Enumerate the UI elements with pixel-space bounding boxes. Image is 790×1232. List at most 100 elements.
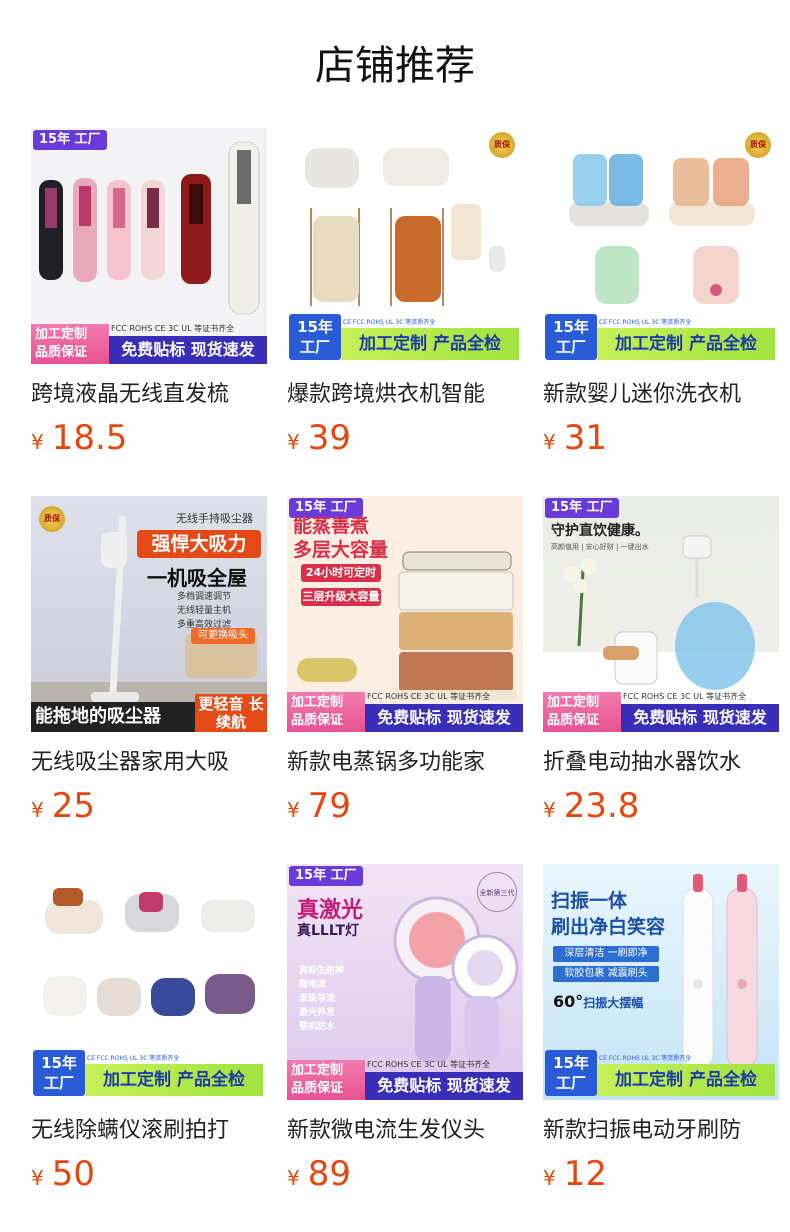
product-price: ¥39 xyxy=(287,418,351,458)
shop-recommend-page: 店铺推荐 15年 工厂 FCC ROHS CE 3C UL 等证书齐全 加工定制… xyxy=(0,0,790,1232)
product-price: ¥89 xyxy=(287,1154,351,1194)
product-image[interactable]: 15年 工厂 守护直饮健康。 高颜值用 | 安心好财 | 一键出水 FCC RO… xyxy=(543,496,779,732)
price-amount: 79 xyxy=(307,786,351,826)
quality-badge: 加工定制 品质保证 xyxy=(287,692,365,732)
factory-15-year-tag: 15年 工厂 xyxy=(289,314,341,360)
free-label-badge: 免费贴标 现货速发 xyxy=(365,704,523,732)
product-image[interactable]: 质保 CE FCC ROHS UL 3C 等资质齐全 15年 工厂 加工定制 产… xyxy=(287,128,523,364)
cert-text: CE FCC ROHS UL 3C 等资质齐全 xyxy=(343,319,436,326)
product-card[interactable]: 扫振一体 刷出净白笑容 深层清洁 一刷即净 软胶包裹 减震刷头 60°扫振大摆幅… xyxy=(543,864,779,1194)
free-label-badge: 免费贴标 现货速发 xyxy=(365,1072,523,1100)
feature-tag: 可更换吸头 xyxy=(191,628,255,644)
product-title[interactable]: 折叠电动抽水器饮水 xyxy=(543,748,779,778)
headline-text: 一机吸全屋 xyxy=(147,566,247,590)
currency-symbol: ¥ xyxy=(31,798,44,822)
cert-text: FCC ROHS CE 3C UL 等证书齐全 xyxy=(111,324,235,333)
badge-strip: CE FCC ROHS UL 3C 等资质齐全 15年 工厂 加工定制 产品全检 xyxy=(543,1048,779,1100)
sub-caption: 高颜值用 | 安心好财 | 一键出水 xyxy=(551,543,649,551)
warranty-seal: 质保 xyxy=(745,132,771,158)
badge-strip: FCC ROHS CE 3C UL 等证书齐全 加工定制 品质保证 免费贴标 现… xyxy=(287,692,523,732)
product-title[interactable]: 无线除螨仪滚刷拍打 xyxy=(31,1116,267,1146)
factory-15-year-tag: 15年 工厂 xyxy=(545,1050,597,1096)
badge-strip: FCC ROHS CE 3C UL 等证书齐全 加工定制 品质保证 免费贴标 现… xyxy=(543,692,779,732)
factory-15-year-tag: 15年 工厂 xyxy=(289,866,363,886)
product-card[interactable]: 15年 工厂 守护直饮健康。 高颜值用 | 安心好财 | 一键出水 FCC RO… xyxy=(543,496,779,826)
feature-tag: 软胶包裹 减震刷头 xyxy=(553,966,659,982)
currency-symbol: ¥ xyxy=(543,430,556,454)
headline-text: 扫振一体 刷出净白笑容 xyxy=(551,890,666,938)
feature-list: 多档调速调节 无线轻量主机 多重高效过滤 xyxy=(177,592,232,630)
product-title[interactable]: 爆款跨境烘衣机智能 xyxy=(287,380,523,410)
cert-text: CE FCC ROHS UL 3C 等资质齐全 xyxy=(599,1055,692,1062)
custom-badge: 加工定制 产品全检 xyxy=(85,1064,263,1096)
product-image[interactable]: 质保 无线手持吸尘器 强悍大吸力 一机吸全屋 多档调速调节 无线轻量主机 多重高… xyxy=(31,496,267,732)
product-price: ¥18.5 xyxy=(31,418,127,458)
product-card[interactable]: CE FCC ROHS UL 3C 等资质齐全 15年 工厂 加工定制 产品全检… xyxy=(31,864,267,1194)
quality-badge: 加工定制 品质保证 xyxy=(31,324,109,364)
product-price: ¥79 xyxy=(287,786,351,826)
currency-symbol: ¥ xyxy=(543,798,556,822)
factory-15-year-tag: 15年 工厂 xyxy=(33,1050,85,1096)
price-amount: 89 xyxy=(307,1154,351,1194)
product-image[interactable]: CE FCC ROHS UL 3C 等资质齐全 15年 工厂 加工定制 产品全检 xyxy=(31,864,267,1100)
product-image[interactable]: 15年 工厂 真激光 真LLLT灯 全新第三代 真抑生防掉 微电流 滚珠导流 激… xyxy=(287,864,523,1100)
page-title: 店铺推荐 xyxy=(315,43,475,89)
price-amount: 31 xyxy=(563,418,607,458)
product-card[interactable]: 15年 工厂 能蒸善煮 多层大容量 24小时可定时 三层升级大容量 FCC RO… xyxy=(287,496,523,826)
currency-symbol: ¥ xyxy=(287,798,300,822)
product-title[interactable]: 无线吸尘器家用大吸 xyxy=(31,748,267,778)
headline-text: 真LLLT灯 xyxy=(297,923,359,939)
currency-symbol: ¥ xyxy=(287,430,300,454)
cert-text: FCC ROHS CE 3C UL 等证书齐全 xyxy=(367,1060,491,1069)
factory-15-year-tag: 15年 工厂 xyxy=(545,314,597,360)
product-image[interactable]: 15年 工厂 FCC ROHS CE 3C UL 等证书齐全 加工定制 品质保证… xyxy=(31,128,267,364)
headline-text: 守护直饮健康。 xyxy=(551,523,649,539)
quality-badge: 加工定制 品质保证 xyxy=(543,692,621,732)
product-card[interactable]: 15年 工厂 FCC ROHS CE 3C UL 等证书齐全 加工定制 品质保证… xyxy=(31,128,267,458)
product-title[interactable]: 新款电蒸锅多功能家 xyxy=(287,748,523,778)
price-amount: 12 xyxy=(563,1154,607,1194)
badge-strip: FCC ROHS CE 3C UL 等证书齐全 加工定制 品质保证 免费贴标 现… xyxy=(31,324,267,364)
product-title[interactable]: 跨境液晶无线直发梳 xyxy=(31,380,267,410)
product-price: ¥31 xyxy=(543,418,607,458)
cert-text: FCC ROHS CE 3C UL 等证书齐全 xyxy=(623,692,747,701)
product-card[interactable]: 质保 CE FCC ROHS UL 3C 等资质齐全 15年 工厂 加工定制 产… xyxy=(543,128,779,458)
product-price: ¥12 xyxy=(543,1154,607,1194)
cert-text: CE FCC ROHS UL 3C 等资质齐全 xyxy=(87,1055,180,1062)
product-card[interactable]: 质保 无线手持吸尘器 强悍大吸力 一机吸全屋 多档调速调节 无线轻量主机 多重高… xyxy=(31,496,267,826)
product-title[interactable]: 新款婴儿迷你洗衣机 xyxy=(543,380,779,410)
cert-text: CE FCC ROHS UL 3C 等资质齐全 xyxy=(599,319,692,326)
cert-text: FCC ROHS CE 3C UL 等证书齐全 xyxy=(367,692,491,701)
product-type-caption: 无线手持吸尘器 xyxy=(176,512,253,525)
warranty-seal: 质保 xyxy=(489,132,515,158)
badge-strip: FCC ROHS CE 3C UL 等证书齐全 加工定制 品质保证 免费贴标 现… xyxy=(287,1060,523,1100)
product-image[interactable]: 15年 工厂 能蒸善煮 多层大容量 24小时可定时 三层升级大容量 FCC RO… xyxy=(287,496,523,732)
feature-tag: 深层清洁 一刷即净 xyxy=(553,946,659,962)
price-amount: 39 xyxy=(307,418,351,458)
product-card[interactable]: 15年 工厂 真激光 真LLLT灯 全新第三代 真抑生防掉 微电流 滚珠导流 激… xyxy=(287,864,523,1194)
product-image[interactable]: 质保 CE FCC ROHS UL 3C 等资质齐全 15年 工厂 加工定制 产… xyxy=(543,128,779,364)
custom-badge: 加工定制 产品全检 xyxy=(597,1064,775,1096)
swing-spec: 60°扫振大摆幅 xyxy=(553,992,644,1011)
currency-symbol: ¥ xyxy=(31,1166,44,1190)
price-amount: 25 xyxy=(51,786,95,826)
product-image[interactable]: 扫振一体 刷出净白笑容 深层清洁 一刷即净 软胶包裹 减震刷头 60°扫振大摆幅… xyxy=(543,864,779,1100)
product-price: ¥23.8 xyxy=(543,786,639,826)
price-amount: 18.5 xyxy=(51,418,128,458)
bottom-banner: 能拖地的吸尘器 xyxy=(31,702,195,732)
feature-list: 真抑生防掉 微电流 滚珠导流 激光养发 整机防水 xyxy=(299,966,345,1032)
price-amount: 50 xyxy=(51,1154,95,1194)
headline-text: 能蒸善煮 多层大容量 xyxy=(293,515,389,561)
product-title[interactable]: 新款微电流生发仪头 xyxy=(287,1116,523,1146)
badge-strip: CE FCC ROHS UL 3C 等资质齐全 15年 工厂 加工定制 产品全检 xyxy=(287,312,523,364)
product-title[interactable]: 新款扫振电动牙刷防 xyxy=(543,1116,779,1146)
quality-badge: 加工定制 品质保证 xyxy=(287,1060,365,1100)
warranty-seal: 质保 xyxy=(39,506,65,532)
generation-seal: 全新第三代 xyxy=(477,872,517,912)
price-amount: 23.8 xyxy=(563,786,640,826)
product-card[interactable]: 质保 CE FCC ROHS UL 3C 等资质齐全 15年 工厂 加工定制 产… xyxy=(287,128,523,458)
currency-symbol: ¥ xyxy=(287,1166,300,1190)
feature-tag: 三层升级大容量 xyxy=(301,588,381,606)
currency-symbol: ¥ xyxy=(543,1166,556,1190)
custom-badge: 加工定制 产品全检 xyxy=(341,328,519,360)
